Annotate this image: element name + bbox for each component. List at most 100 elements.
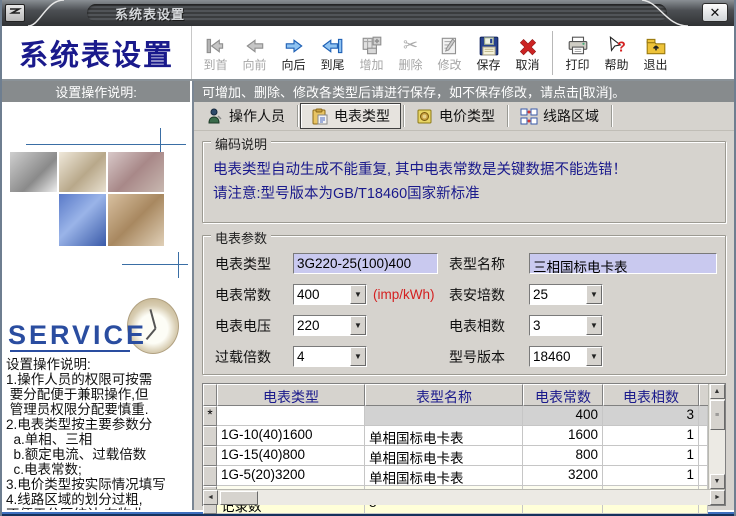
meter-constant-unit: (imp/kWh) (373, 287, 435, 302)
go-next-button[interactable]: 向后 (274, 29, 313, 77)
table-row[interactable]: 1G-5(20)3200 单相国标电卡表 3200 1 (203, 466, 708, 486)
vertical-scrollbar[interactable]: ▲ ≡ ▼ (708, 384, 725, 489)
go-next-label: 向后 (281, 57, 306, 72)
cell-phase: 1 (603, 446, 699, 466)
meter-type-table: 电表类型 表型名称 电表常数 电表相数 * 400 3 1G-10(40)160… (202, 383, 726, 514)
go-first-button[interactable]: 到首 (196, 29, 235, 77)
col-header-constant[interactable]: 电表常数 (523, 384, 603, 406)
chevron-down-icon[interactable]: ▼ (350, 285, 366, 304)
table-row[interactable]: 1G-10(40)1600 单相国标电卡表 1600 1 (203, 426, 708, 446)
horizontal-scrollbar[interactable]: ◄ ► (203, 489, 725, 505)
params-groupbox-title: 电表参数 (211, 228, 272, 247)
cell-meter-type (217, 406, 365, 426)
meter-type-label: 电表类型 (215, 255, 271, 272)
chevron-down-icon[interactable]: ▼ (586, 316, 602, 335)
col-header-model-name[interactable]: 表型名称 (365, 384, 523, 406)
window-title: 系统表设置 (115, 6, 186, 22)
go-last-button[interactable]: 到尾 (313, 29, 352, 77)
horizontal-scroll-thumb[interactable] (220, 490, 258, 505)
scroll-right-icon[interactable]: ► (710, 490, 725, 505)
chevron-down-icon[interactable]: ▼ (586, 285, 602, 304)
col-header-phase[interactable]: 电表相数 (603, 384, 699, 406)
modify-button[interactable]: 修改 (430, 29, 469, 77)
chevron-down-icon[interactable]: ▼ (350, 347, 366, 366)
phase-select[interactable]: 3 ▼ (529, 315, 603, 336)
tab-line-region-label: 线路区域 (543, 108, 599, 124)
param-row-4: 过载倍数 4 ▼ 型号版本 18460 ▼ (209, 341, 719, 372)
coding-line-1: 电表类型自动生成不能重复, 其中电表常数是关键数据不能选错！ (213, 162, 628, 178)
tab-price-type[interactable]: 电价类型 (406, 103, 505, 129)
voltage-select[interactable]: 220 ▼ (293, 315, 367, 336)
delete-label: 删除 (398, 57, 423, 72)
exit-button[interactable]: 退出 (636, 29, 675, 77)
service-underline (10, 350, 130, 352)
meter-constant-value: 400 (297, 287, 320, 302)
meter-constant-select[interactable]: 400 ▼ (293, 284, 367, 305)
operator-person-icon (206, 106, 224, 126)
print-icon (567, 34, 589, 58)
row-marker (203, 466, 217, 486)
photo-keyboard (59, 194, 106, 246)
modify-document-icon (439, 34, 461, 58)
table-row[interactable]: 1G-15(40)800 单相国标电卡表 800 1 (203, 446, 708, 466)
cancel-button[interactable]: 取消 (508, 29, 547, 77)
row-marker (203, 426, 217, 446)
model-name-field[interactable]: 三相国标电卡表 (529, 253, 717, 274)
tab-line-region[interactable]: 线路区域 (510, 103, 609, 129)
cell-model-name: 单相国标电卡表 (365, 426, 523, 446)
coding-line-2: 请注意:型号版本为GB/T18460国家新标准 (213, 186, 480, 202)
cell-phase: 1 (603, 426, 699, 446)
chevron-down-icon[interactable]: ▼ (350, 316, 366, 335)
scroll-down-icon[interactable]: ▼ (709, 474, 725, 489)
tab-separator (507, 105, 508, 127)
save-label: 保存 (476, 57, 501, 72)
titlebar: 系统表设置 ✕ (2, 0, 734, 26)
cell-model-name: 单相国标电卡表 (365, 446, 523, 466)
tabbar: 操作人员 电表类型 电价类型 线路区域 (194, 102, 734, 131)
photo-pen (59, 152, 106, 192)
help-button[interactable]: ? 帮助 (597, 29, 636, 77)
go-first-label: 到首 (203, 57, 228, 72)
scroll-left-icon[interactable]: ◄ (203, 490, 218, 505)
print-button[interactable]: 打印 (558, 29, 597, 77)
instructions-text: 设置操作说明: 1.操作人员的权限可按需 要分配便于兼职操作,但 管理员权限分配… (6, 357, 166, 510)
add-button[interactable]: 增加 (352, 29, 391, 77)
delete-button[interactable]: ✂ 删除 (391, 29, 430, 77)
voltage-value: 220 (297, 318, 320, 333)
version-select[interactable]: 18460 ▼ (529, 346, 603, 367)
overload-select[interactable]: 4 ▼ (293, 346, 367, 367)
cell-meter-type: 1G-10(40)1600 (217, 426, 365, 446)
title-plate: 系统表设置 (87, 4, 667, 22)
meter-constant-label: 电表常数 (215, 286, 271, 303)
photo-knife (108, 152, 164, 192)
row-marker (203, 446, 217, 466)
tab-operators[interactable]: 操作人员 (196, 103, 295, 129)
phase-label: 电表相数 (449, 317, 505, 334)
table-row[interactable]: * 400 3 (203, 406, 708, 426)
close-button[interactable]: ✕ (702, 3, 728, 22)
cancel-label: 取消 (515, 57, 540, 72)
scroll-up-icon[interactable]: ▲ (709, 384, 725, 399)
params-groupbox: 电表参数 电表类型 3G220-25(100)400 表型名称 三相国标电卡表 … (202, 228, 726, 375)
tab-meter-type[interactable]: 电表类型 (300, 103, 401, 129)
crop-line-v2 (178, 252, 179, 278)
save-button[interactable]: 保存 (469, 29, 508, 77)
go-prev-label: 向前 (242, 57, 267, 72)
cell-extra (699, 466, 708, 486)
col-header-meter-type[interactable]: 电表类型 (217, 384, 365, 406)
sidebar-body: SERVICE 设置操作说明: 1.操作人员的权限可按需 要分配便于兼职操作,但… (2, 102, 192, 510)
chevron-down-icon[interactable]: ▼ (586, 347, 602, 366)
go-prev-icon (244, 34, 266, 58)
ampere-select[interactable]: 25 ▼ (529, 284, 603, 305)
content: 设置操作说明: SERVICE 设置操作说明: 1.操作人员的权限可按需 要分配… (2, 81, 734, 514)
meter-type-field[interactable]: 3G220-25(100)400 (293, 253, 438, 274)
param-row-3: 电表电压 220 ▼ 电表相数 3 ▼ (209, 310, 719, 341)
photo-flashlight (10, 152, 57, 192)
cell-constant: 1600 (523, 426, 603, 446)
model-name-label: 表型名称 (449, 255, 505, 272)
go-prev-button[interactable]: 向前 (235, 29, 274, 77)
window: 系统表设置 ✕ 系统表设置 到首 向前 向后 到尾 增加 ✂ 删除 修改 保存 … (0, 0, 736, 516)
version-label: 型号版本 (449, 348, 505, 365)
vertical-scroll-thumb[interactable]: ≡ (709, 400, 725, 430)
coding-groupbox-title: 编码说明 (211, 134, 272, 153)
